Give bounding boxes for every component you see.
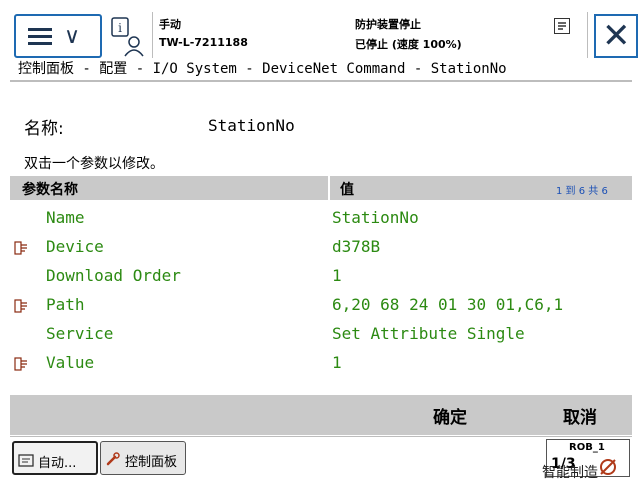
table-row[interactable]: Download Order 1	[10, 262, 632, 291]
signal-link-icon	[14, 240, 28, 255]
main-menu-button[interactable]: ∨	[14, 14, 102, 58]
table-row[interactable]: Name StationNo	[10, 204, 632, 233]
robot-name: ROB_1	[569, 442, 605, 453]
task-control-panel[interactable]: 控制面板	[100, 441, 186, 475]
parameter-name: Device	[46, 237, 104, 256]
table-row[interactable]: Path 6,20 68 24 01 30 01,C6,1	[10, 291, 632, 320]
table-header: 参数名称 值 1 到 6 共 6	[10, 176, 632, 200]
table-row[interactable]: Device d378B	[10, 233, 632, 262]
parameter-value: 1	[332, 266, 342, 285]
breadcrumb: 控制面板 - 配置 - I/O System - DeviceNet Comma…	[18, 61, 507, 77]
row-count: 1 到 6 共 6	[556, 186, 608, 197]
parameter-name: Name	[46, 208, 85, 227]
parameter-value: Set Attribute Single	[332, 324, 525, 343]
parameter-name: Download Order	[46, 266, 181, 285]
watermark-logo: 智能制造	[542, 465, 598, 481]
instruction-hint: 双击一个参数以修改。	[24, 156, 164, 172]
table-row[interactable]: Service Set Attribute Single	[10, 320, 632, 349]
table-row[interactable]: Value 1	[10, 349, 632, 378]
status-info-icon[interactable]: i	[108, 14, 148, 58]
chevron-down-icon: ∨	[64, 24, 81, 49]
signal-link-icon	[14, 356, 28, 371]
parameter-name: Path	[46, 295, 85, 314]
safety-status: 防护装置停止	[355, 18, 421, 31]
parameter-value: d378B	[332, 237, 381, 256]
svg-text:i: i	[118, 21, 122, 35]
task-auto[interactable]: 自动...	[12, 441, 98, 475]
taskbar: 自动... 控制面板 ROB_1 1/3	[10, 436, 632, 478]
cancel-button[interactable]: 取消	[530, 395, 630, 435]
close-icon: ✕	[602, 16, 631, 56]
event-log-icon[interactable]	[554, 18, 570, 34]
task-label: 自动...	[38, 456, 77, 471]
ok-button[interactable]: 确定	[410, 395, 490, 435]
hamburger-icon	[28, 28, 52, 46]
name-label: 名称:	[24, 119, 64, 139]
parameter-value: StationNo	[332, 208, 419, 227]
signal-link-icon	[14, 298, 28, 313]
wrench-icon	[105, 451, 121, 467]
run-status: 已停止 (速度 100%)	[355, 38, 462, 51]
action-bar: 确定 取消	[10, 395, 632, 435]
header-divider	[10, 80, 632, 82]
parameter-name: Value	[46, 353, 95, 372]
column-separator	[328, 176, 330, 200]
controller-name: TW-L-7211188	[159, 36, 248, 49]
task-label: 控制面板	[125, 455, 178, 470]
robot-axis-icon	[600, 459, 616, 475]
parameter-name: Service	[46, 324, 114, 343]
auto-icon	[18, 452, 34, 468]
column-header-name: 参数名称	[22, 182, 78, 198]
parameter-value: 6,20 68 24 01 30 01,C6,1	[332, 295, 564, 314]
status-panel[interactable]: 手动 TW-L-7211188 防护装置停止 已停止 (速度 100%)	[152, 12, 588, 58]
operating-mode: 手动	[159, 18, 181, 31]
parameter-value: 1	[332, 353, 342, 372]
close-button[interactable]: ✕	[594, 14, 638, 58]
column-header-value: 值	[340, 182, 354, 198]
name-value: StationNo	[208, 116, 295, 135]
top-bar: ∨ i 手动 TW-L-7211188 防护装置停止 已停止 (速度 100%)…	[10, 8, 638, 58]
